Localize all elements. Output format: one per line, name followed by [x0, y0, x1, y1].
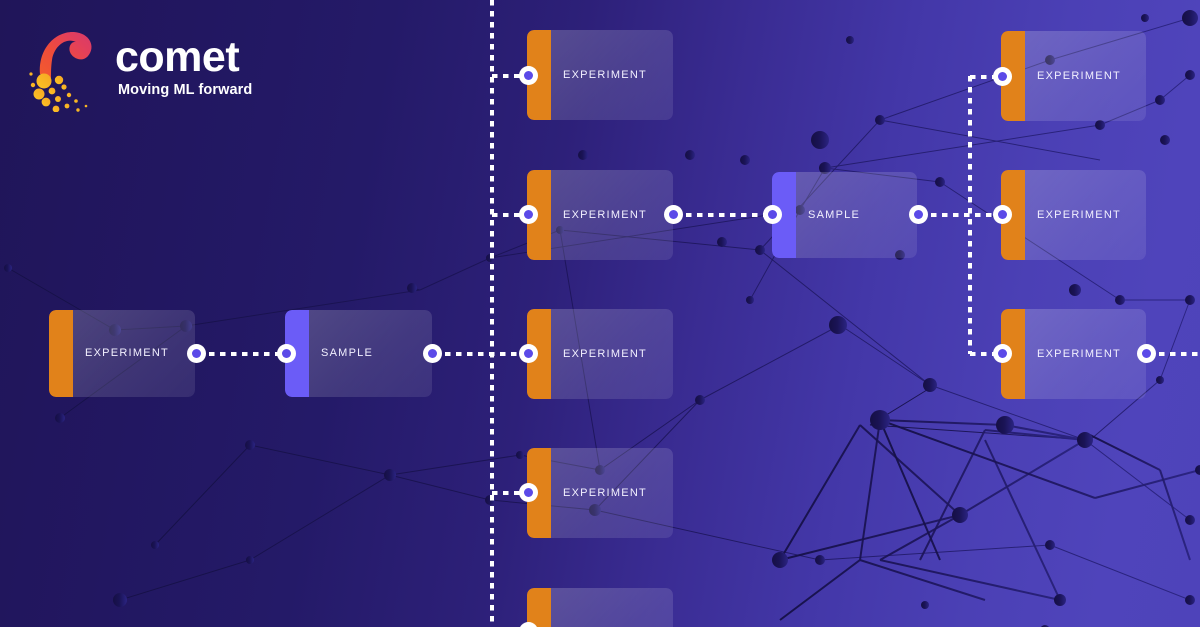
dotted-line-vertical	[490, 0, 494, 627]
card-body: EXPERIMENT	[551, 448, 673, 538]
card-label: SAMPLE	[321, 347, 374, 359]
card-label: EXPERIMENT	[563, 208, 648, 221]
card-label: EXPERIMENT	[563, 68, 648, 81]
pipeline-card-experiment[interactable]: EXPERIMENT	[1001, 170, 1146, 260]
connector-node-icon[interactable]	[992, 204, 1012, 224]
card-body: EXPERIMENT	[1025, 309, 1146, 399]
card-body: SAMPLE	[796, 172, 917, 258]
comet-logo: comet Moving ML forward	[22, 22, 282, 117]
card-label: SAMPLE	[808, 208, 861, 221]
pipeline-card-experiment[interactable]: EXPERIMENT	[49, 310, 195, 397]
connector-node-icon[interactable]	[186, 343, 206, 363]
card-label: EXPERIMENT	[85, 347, 170, 359]
pipeline-card-experiment[interactable]: EXPERIMENT	[1001, 31, 1146, 121]
dotted-line-horizontal	[675, 213, 773, 217]
connector-node-icon[interactable]	[663, 204, 683, 224]
card-label: EXPERIMENT	[1037, 208, 1122, 221]
card-label: EXPERIMENT	[563, 486, 648, 499]
connector-node-icon[interactable]	[422, 343, 442, 363]
connector-node-icon[interactable]	[276, 343, 296, 363]
card-label: EXPERIMENT	[563, 347, 648, 360]
card-body: EXPERIMENT	[73, 310, 195, 397]
card-label: EXPERIMENT	[1037, 347, 1122, 360]
comet-logo-icon	[29, 31, 92, 113]
connector-node-icon[interactable]	[762, 204, 782, 224]
dotted-line-horizontal	[198, 352, 288, 356]
card-body: EXPERIMENT	[551, 170, 673, 260]
card-accent-bar-experiment	[527, 588, 551, 627]
card-body: SAMPLE	[309, 310, 432, 397]
connector-node-icon[interactable]	[1136, 343, 1156, 363]
pipeline-card-experiment[interactable]: EXPERIMENT	[1001, 309, 1146, 399]
pipeline-card-experiment[interactable]: EXPERIMENT	[527, 170, 673, 260]
dotted-line-horizontal	[1148, 352, 1200, 356]
card-body: EXPERIMENT	[551, 30, 673, 120]
card-accent-bar-experiment	[49, 310, 73, 397]
card-body: EXPERIMENT	[1025, 170, 1146, 260]
connector-node-icon[interactable]	[518, 343, 538, 363]
connector-node-icon[interactable]	[518, 204, 538, 224]
pipeline-card-experiment[interactable]: EXPERIMENT	[527, 30, 673, 120]
card-label: EXPERIMENT	[1037, 69, 1122, 82]
pipeline-card-experiment[interactable]: EXPERIMENT	[527, 588, 673, 627]
card-body: EXPERIMENT	[551, 309, 673, 399]
connector-node-icon[interactable]	[518, 482, 538, 502]
connector-node-icon[interactable]	[518, 65, 538, 85]
pipeline-card-experiment[interactable]: EXPERIMENT	[527, 448, 673, 538]
pipeline-card-sample[interactable]: SAMPLE	[285, 310, 432, 397]
brand-name: comet	[115, 33, 240, 81]
connector-node-icon[interactable]	[992, 66, 1012, 86]
connector-node-icon[interactable]	[908, 204, 928, 224]
pipeline-card-experiment[interactable]: EXPERIMENT	[527, 309, 673, 399]
card-body: EXPERIMENT	[551, 588, 673, 627]
dotted-line-horizontal	[434, 352, 530, 356]
brand-tagline: Moving ML forward	[118, 82, 253, 98]
comet-pipeline-graphic: comet Moving ML forward EXPERIMENT SAMPLE…	[0, 0, 1200, 627]
card-body: EXPERIMENT	[1025, 31, 1146, 121]
dotted-line-horizontal	[920, 213, 1004, 217]
pipeline-card-sample[interactable]: SAMPLE	[772, 172, 917, 258]
connector-node-icon[interactable]	[992, 343, 1012, 363]
